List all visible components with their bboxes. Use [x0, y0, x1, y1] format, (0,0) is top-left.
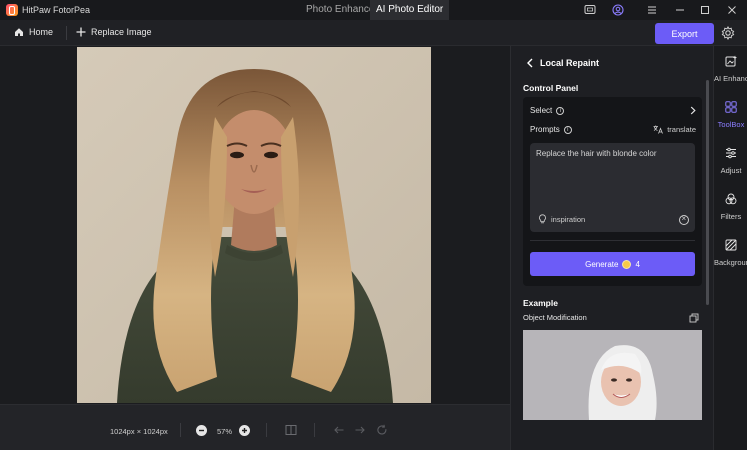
panel-divider: [530, 240, 695, 241]
home-icon: [15, 28, 23, 36]
example-portrait: [523, 330, 702, 420]
status-divider: [266, 423, 267, 437]
maximize-button[interactable]: [695, 0, 715, 20]
minimize-icon: [676, 9, 684, 11]
chevron-right-icon: [690, 106, 696, 115]
close-icon: [728, 6, 736, 14]
plus-icon: [242, 428, 247, 433]
toolbar-divider: [66, 26, 67, 40]
reset-icon[interactable]: [376, 424, 388, 436]
main-toolbar: Home Replace Image: [0, 20, 747, 46]
generate-cost: 4: [635, 259, 640, 269]
panel-title: Local Repaint: [540, 58, 600, 68]
sidebar-item-ai-enhancer[interactable]: AI Enhancer: [714, 46, 747, 90]
filters-icon: [725, 193, 737, 205]
compare-split-icon[interactable]: [285, 424, 297, 436]
sidebar-label: AI Enhancer: [714, 74, 747, 83]
edited-photo: [77, 47, 431, 403]
translate-icon: [653, 125, 664, 134]
info-icon[interactable]: i: [556, 106, 565, 115]
replace-image-button[interactable]: Replace Image: [76, 27, 152, 37]
home-label: Home: [29, 27, 54, 37]
control-panel-heading: Control Panel: [523, 83, 579, 93]
plus-icon: [76, 27, 86, 37]
prompts-row: Prompts i translate: [530, 125, 696, 134]
undo-arrow-icon[interactable]: [333, 424, 345, 436]
home-button[interactable]: Home: [14, 27, 53, 37]
portrait-image: [77, 47, 431, 403]
zoom-out-button[interactable]: [196, 425, 207, 436]
sidebar-label: Filters: [720, 212, 742, 221]
account-icon[interactable]: [612, 4, 624, 16]
prompt-text[interactable]: Replace the hair with blonde color: [536, 149, 657, 158]
export-button[interactable]: Export: [655, 23, 714, 44]
toolbox-icon: [725, 101, 737, 113]
zoom-in-button[interactable]: [239, 425, 250, 436]
tool-sidebar: AI Enhancer ToolBox Adjust Filters: [713, 46, 747, 450]
image-canvas[interactable]: [0, 46, 510, 404]
close-button[interactable]: [722, 0, 742, 20]
inspiration-button[interactable]: inspiration: [538, 214, 585, 224]
translate-button[interactable]: translate: [653, 125, 696, 134]
select-row[interactable]: Select i: [530, 106, 696, 115]
sidebar-item-toolbox[interactable]: ToolBox: [714, 92, 747, 136]
redo-arrow-icon[interactable]: [354, 424, 366, 436]
generate-button[interactable]: Generate 4: [530, 252, 695, 276]
replace-image-label: Replace Image: [91, 27, 152, 37]
sidebar-label: Background: [714, 258, 747, 267]
adjust-icon: [726, 147, 736, 159]
example-image[interactable]: [523, 330, 702, 420]
panel-scrollbar[interactable]: [706, 80, 709, 305]
app-logo-icon: [6, 4, 18, 16]
back-chevron-icon[interactable]: [526, 58, 534, 68]
panel-header[interactable]: Local Repaint: [526, 58, 599, 68]
inspiration-label: inspiration: [551, 214, 586, 224]
maximize-icon: [701, 6, 709, 14]
tab-ai-photo-editor[interactable]: AI Photo Editor: [370, 0, 450, 20]
app-title: HitPaw FotorPea: [22, 5, 91, 15]
image-dimensions: 1024px × 1024px: [110, 427, 168, 436]
canvas-status-bar: 1024px × 1024px 57%: [0, 404, 510, 450]
minimize-button[interactable]: [670, 0, 690, 20]
info-icon[interactable]: i: [563, 125, 572, 134]
prompts-label: Prompts: [530, 125, 560, 134]
status-divider: [314, 423, 315, 437]
translate-label: translate: [667, 125, 696, 134]
screen-share-icon[interactable]: [584, 4, 596, 16]
select-label: Select: [530, 106, 553, 115]
zoom-level: 57%: [217, 427, 233, 436]
example-heading: Example: [523, 298, 558, 308]
clear-prompt-icon[interactable]: [679, 214, 689, 225]
background-icon: [725, 239, 737, 251]
control-panel: Select i Prompts i translate Replace the…: [523, 97, 702, 286]
minus-icon: [199, 429, 204, 432]
ai-enhance-icon: [725, 55, 737, 67]
sidebar-item-background[interactable]: Background: [714, 230, 747, 274]
settings-gear-icon[interactable]: [721, 26, 735, 40]
example-type-label: Object Modification: [523, 313, 587, 322]
title-bar: HitPaw FotorPea Photo Enhancer AI Photo …: [0, 0, 747, 20]
credit-coin-icon: [622, 259, 632, 269]
lightbulb-icon: [539, 214, 546, 224]
sidebar-item-adjust[interactable]: Adjust: [714, 138, 747, 182]
copy-icon[interactable]: [689, 313, 699, 323]
sidebar-label: Adjust: [720, 166, 742, 175]
prompt-input[interactable]: Replace the hair with blonde color inspi…: [530, 143, 695, 232]
generate-label: Generate: [585, 259, 619, 269]
sidebar-item-filters[interactable]: Filters: [714, 184, 747, 228]
sidebar-label: ToolBox: [717, 120, 745, 129]
menu-icon[interactable]: [646, 4, 658, 16]
status-divider: [180, 423, 181, 437]
local-repaint-panel: Local Repaint Control Panel Select i Pro…: [510, 46, 713, 450]
